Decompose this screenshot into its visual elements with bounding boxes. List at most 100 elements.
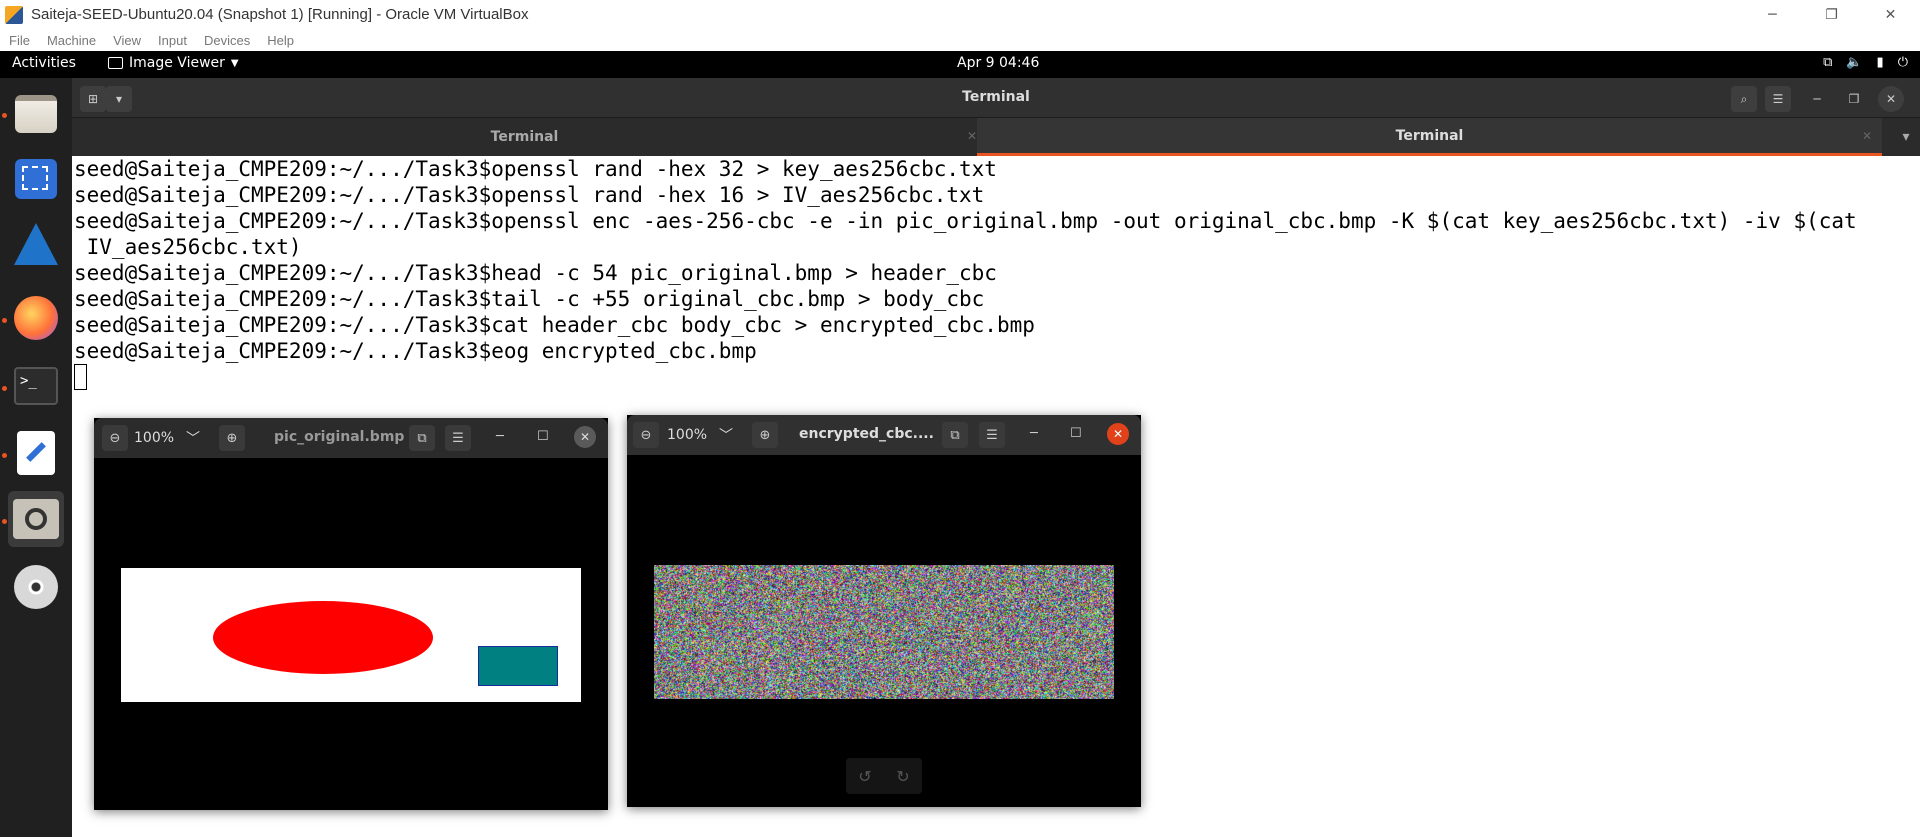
system-tray[interactable]: ⧉ 🔈 ▮ ⏻ [1823, 55, 1908, 70]
teal-rectangle [478, 646, 558, 686]
volume-icon: 🔈 [1846, 55, 1862, 70]
running-indicator [2, 318, 7, 323]
caret-down-icon: ▼ [231, 58, 239, 69]
terminal-line: seed@Saiteja_CMPE209:~/.../Task3$eog enc… [74, 338, 757, 364]
tab-terminal-1[interactable]: Terminal ✕ [72, 118, 977, 156]
red-ellipse [213, 601, 433, 674]
power-icon: ⏻ [1898, 55, 1908, 70]
zoom-selector[interactable]: 100% ﹀ [667, 422, 737, 448]
image-viewer-encrypted: ⊖ 100% ﹀ ⊕ encrypted_cbc.... ⧉ ☰ ─ ☐ ✕ ↺… [627, 415, 1141, 807]
close-icon[interactable]: ✕ [967, 129, 977, 143]
menu-view[interactable]: View [113, 33, 141, 48]
disc-icon [14, 565, 58, 609]
menu-input[interactable]: Input [158, 33, 187, 48]
running-indicator [2, 113, 7, 118]
minimize-button[interactable]: ─ [1743, 0, 1802, 29]
screenshot-icon [15, 159, 57, 199]
running-indicator [2, 453, 7, 458]
close-button[interactable]: ✕ [1861, 0, 1920, 29]
hamburger-menu-icon[interactable]: ☰ [445, 425, 471, 451]
viewer-title: encrypted_cbc.... [799, 426, 939, 442]
menu-help[interactable]: Help [267, 33, 294, 48]
restore-button[interactable]: ❐ [1802, 0, 1861, 29]
minimize-button[interactable]: ─ [1030, 426, 1038, 441]
terminal-title: Terminal [72, 89, 1920, 105]
dock-wireshark[interactable] [8, 216, 64, 272]
terminal-line: seed@Saiteja_CMPE209:~/.../Task3$openssl… [74, 156, 997, 182]
hamburger-menu-icon[interactable]: ☰ [979, 422, 1005, 448]
terminal-icon: >_ [14, 367, 58, 405]
dock-image-viewer[interactable] [8, 491, 64, 547]
tab-label: Terminal [491, 129, 559, 145]
rotate-controls: ↺ ↻ [846, 758, 922, 794]
zoom-selector[interactable]: 100% ﹀ [134, 425, 204, 451]
dock: >_ [0, 78, 72, 837]
clock[interactable]: Apr 9 04:46 [957, 55, 1039, 71]
zoom-level: 100% [667, 427, 707, 443]
activities-button[interactable]: Activities [12, 55, 76, 71]
menu-devices[interactable]: Devices [204, 33, 250, 48]
terminal-line: seed@Saiteja_CMPE209:~/.../Task3$cat hea… [74, 312, 1035, 338]
close-button[interactable]: ✕ [1107, 423, 1129, 445]
zoom-in-icon[interactable]: ⊕ [752, 422, 778, 448]
rotate-left-icon[interactable]: ↺ [858, 767, 871, 786]
maximize-button[interactable]: ❐ [1841, 86, 1867, 112]
search-button[interactable]: ⌕ [1731, 86, 1757, 112]
minimize-button[interactable]: ─ [496, 429, 504, 444]
virtualbox-menubar: File Machine View Input Devices Help [0, 29, 1920, 51]
dock-terminal[interactable]: >_ [8, 358, 64, 414]
close-button[interactable]: ✕ [574, 426, 596, 448]
app-menu[interactable]: Image Viewer ▼ [108, 55, 239, 71]
gallery-icon[interactable]: ⧉ [942, 422, 968, 448]
dock-firefox[interactable] [8, 290, 64, 346]
tabs-dropdown-button[interactable]: ▾ [1892, 118, 1920, 156]
gallery-icon[interactable]: ⧉ [409, 425, 435, 451]
zoom-in-icon[interactable]: ⊕ [219, 425, 245, 451]
close-icon[interactable]: ✕ [1862, 129, 1872, 143]
wireshark-icon [14, 223, 58, 265]
virtualbox-app-icon [5, 6, 23, 24]
virtualbox-titlebar: Saiteja-SEED-Ubuntu20.04 (Snapshot 1) [R… [0, 0, 1920, 29]
terminal-line: seed@Saiteja_CMPE209:~/.../Task3$head -c… [74, 260, 997, 286]
maximize-button[interactable]: ☐ [1070, 426, 1082, 441]
minimize-button[interactable]: ─ [1804, 86, 1830, 112]
text-editor-icon [17, 431, 55, 475]
battery-icon: ▮ [1877, 55, 1884, 70]
image-viewer-icon [108, 57, 123, 69]
rotate-right-icon[interactable]: ↻ [896, 767, 909, 786]
tab-label: Terminal [1396, 128, 1464, 144]
menu-file[interactable]: File [9, 33, 30, 48]
dock-screenshot[interactable] [8, 151, 64, 207]
encrypted-noise-image [654, 565, 1114, 699]
zoom-out-icon[interactable]: ⊖ [102, 425, 128, 451]
running-indicator [2, 519, 7, 524]
original-image [121, 568, 581, 702]
dock-text-editor[interactable] [8, 425, 64, 481]
zoom-out-icon[interactable]: ⊖ [633, 422, 659, 448]
running-indicator [2, 386, 7, 391]
menu-machine[interactable]: Machine [47, 33, 96, 48]
dock-disc[interactable] [8, 559, 64, 615]
tab-terminal-2[interactable]: Terminal ✕ [977, 118, 1882, 156]
terminal-cursor [74, 364, 87, 390]
hamburger-menu-button[interactable]: ☰ [1765, 86, 1791, 112]
terminal-tabs: Terminal ✕ Terminal ✕ ▾ [72, 118, 1920, 156]
app-menu-label: Image Viewer [129, 55, 225, 71]
gnome-top-bar: Activities Image Viewer ▼ Apr 9 04:46 ⧉ … [0, 51, 1920, 78]
viewer-headerbar: ⊖ 100% ﹀ ⊕ encrypted_cbc.... ⧉ ☰ ─ ☐ ✕ [627, 415, 1141, 455]
firefox-icon [14, 296, 58, 340]
terminal-line: seed@Saiteja_CMPE209:~/.../Task3$openssl… [74, 182, 984, 208]
terminal-line: seed@Saiteja_CMPE209:~/.../Task3$openssl… [74, 208, 1857, 234]
network-icon: ⧉ [1823, 55, 1832, 70]
chevron-down-icon: ﹀ [719, 425, 733, 445]
viewer-headerbar: ⊖ 100% ﹀ ⊕ pic_original.bmp ⧉ ☰ ─ ☐ ✕ [94, 418, 608, 458]
window-title: Saiteja-SEED-Ubuntu20.04 (Snapshot 1) [R… [31, 6, 528, 23]
terminal-line: seed@Saiteja_CMPE209:~/.../Task3$tail -c… [74, 286, 984, 312]
zoom-level: 100% [134, 430, 174, 446]
image-viewer-icon [13, 499, 59, 539]
dock-files[interactable] [8, 86, 64, 142]
chevron-down-icon: ﹀ [186, 428, 200, 448]
maximize-button[interactable]: ☐ [537, 429, 549, 444]
files-icon [15, 95, 57, 133]
close-button[interactable]: ✕ [1878, 86, 1904, 112]
